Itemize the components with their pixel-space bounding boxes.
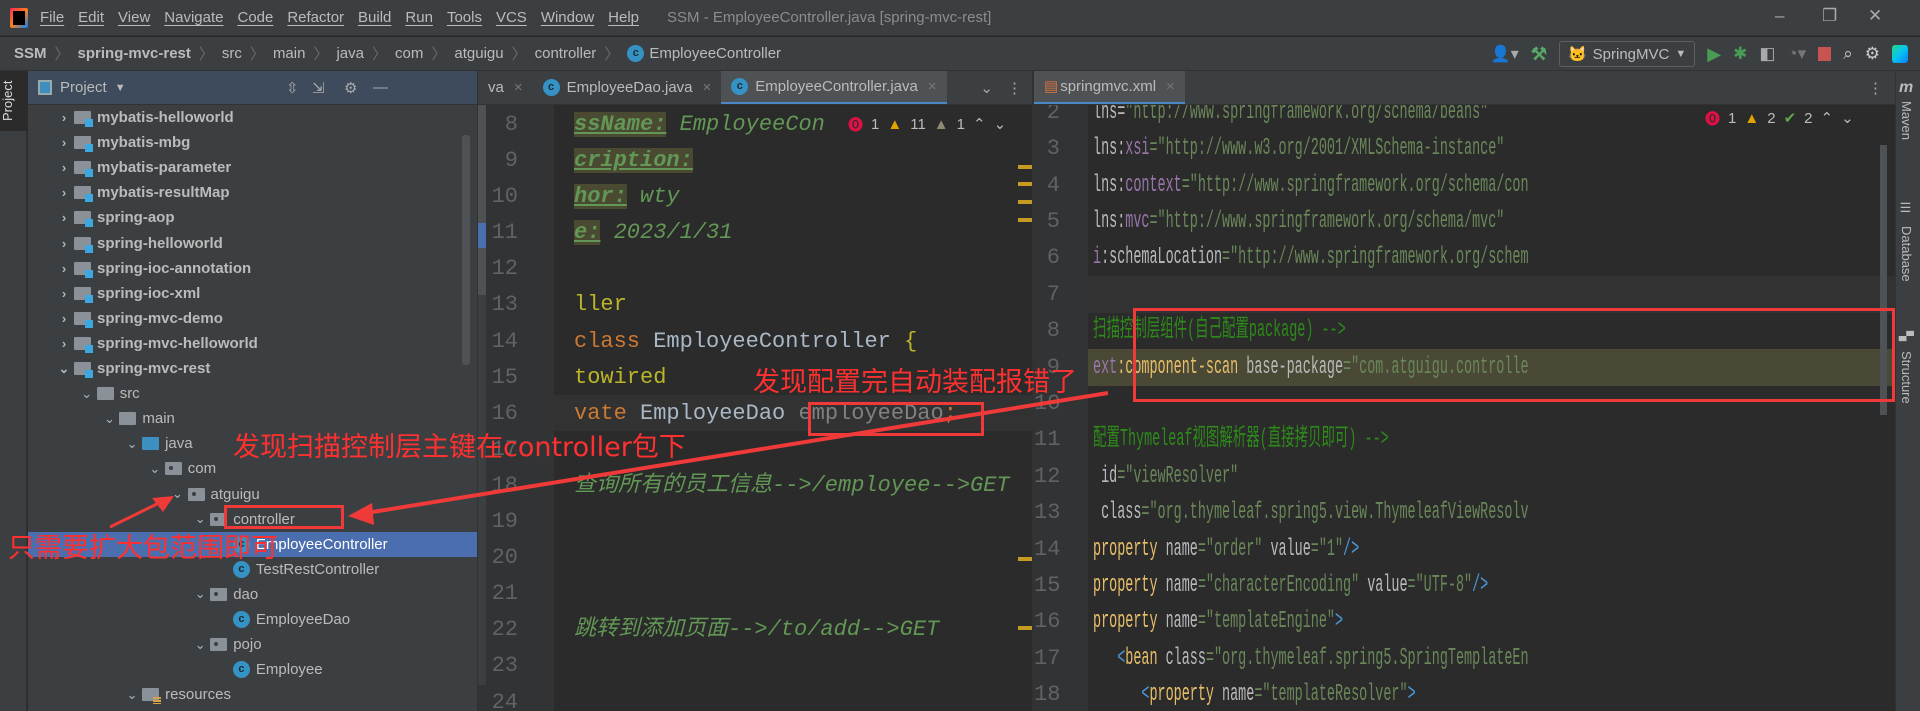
annotation-autowire-error: 发现配置完自动装配报错了 bbox=[753, 367, 1077, 398]
arrow-line-expand bbox=[109, 498, 166, 529]
annotation-controller-package: 发现扫描控制层主键在controller包下 bbox=[233, 432, 686, 463]
annotation-expand-scope: 只需要扩大包范围即可 bbox=[8, 533, 278, 564]
arrow-head-main bbox=[348, 503, 374, 525]
annotation-arrows bbox=[109, 391, 1109, 529]
